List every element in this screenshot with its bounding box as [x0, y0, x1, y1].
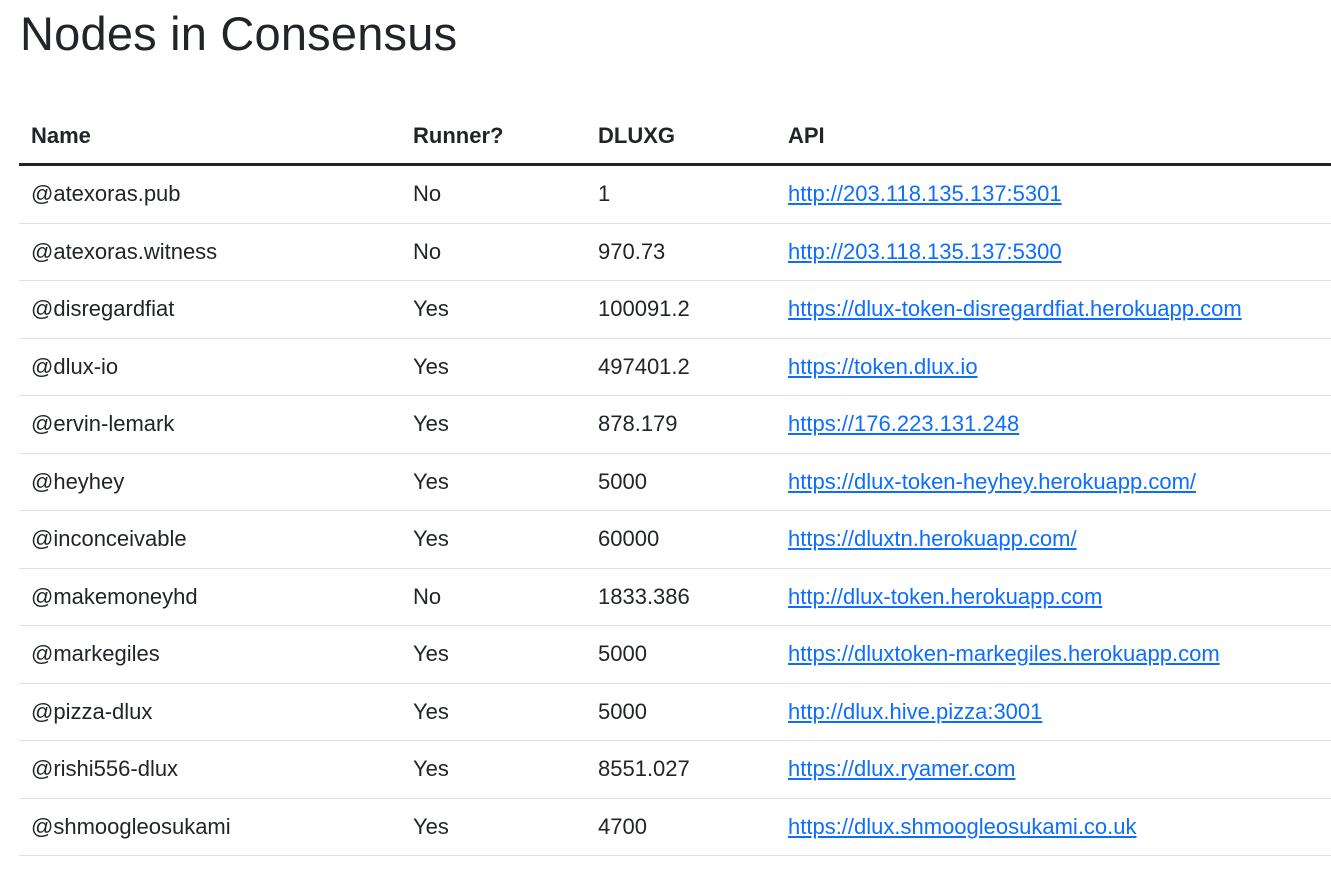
- runner-cell: Yes: [401, 625, 586, 684]
- table-row: @disregardfiat Yes 100091.2 https://dlux-to…: [19, 280, 1331, 339]
- runner-cell: Yes: [401, 683, 586, 741]
- api-cell: http://dlux-token.herokuapp.com: [776, 568, 1331, 626]
- table-body: @atexoras.pub No 1 http://203.118.135.137:5…: [19, 164, 1331, 856]
- api-cell: http://dlux.hive.pizza:3001: [776, 683, 1331, 741]
- node-name-cell: @shmoogleosukami: [19, 798, 401, 856]
- api-cell: http://203.118.135.137:5300: [776, 223, 1331, 281]
- api-link[interactable]: https://dlux.shmoogleosukami.co.uk: [788, 814, 1137, 839]
- column-header-name: Name: [19, 108, 401, 166]
- nodes-table: Name Runner? DLUXG API @atexoras.pub No 1 h…: [19, 108, 1331, 856]
- node-name-cell: @pizza-dlux: [19, 683, 401, 741]
- page: Nodes in Consensus Name Runner? DLUXG AP…: [0, 0, 1331, 885]
- node-name-cell: @ervin-lemark: [19, 395, 401, 454]
- dluxg-cell: 1: [586, 164, 776, 224]
- api-cell: https://dlux-token-disregardfiat.herokua…: [776, 280, 1331, 339]
- node-name-cell: @inconceivable: [19, 510, 401, 569]
- header-row: Name Runner? DLUXG API: [19, 108, 1331, 166]
- table-row: @atexoras.pub No 1 http://203.118.135.137:5…: [19, 164, 1331, 224]
- dluxg-cell: 8551.027: [586, 740, 776, 799]
- api-link[interactable]: https://token.dlux.io: [788, 354, 978, 379]
- node-name-cell: @rishi556-dlux: [19, 740, 401, 799]
- table-row: @rishi556-dlux Yes 8551.027 https://dlux.ry…: [19, 740, 1331, 799]
- table-row: @dlux-io Yes 497401.2 https://token.dlux.io: [19, 338, 1331, 396]
- node-name-cell: @markegiles: [19, 625, 401, 684]
- dluxg-cell: 970.73: [586, 223, 776, 281]
- api-link[interactable]: http://dlux.hive.pizza:3001: [788, 699, 1042, 724]
- dluxg-cell: 100091.2: [586, 280, 776, 339]
- column-header-api: API: [776, 108, 1331, 166]
- dluxg-cell: 1833.386: [586, 568, 776, 626]
- node-name-cell: @disregardfiat: [19, 280, 401, 339]
- runner-cell: No: [401, 223, 586, 281]
- table-row: @pizza-dlux Yes 5000 http://dlux.hive.pizza…: [19, 683, 1331, 741]
- api-cell: https://token.dlux.io: [776, 338, 1331, 396]
- dluxg-cell: 878.179: [586, 395, 776, 454]
- table-row: @markegiles Yes 5000 https://dluxtoken-mark…: [19, 625, 1331, 684]
- api-link[interactable]: https://dlux-token-heyhey.herokuapp.com/: [788, 469, 1196, 494]
- column-header-runner: Runner?: [401, 108, 586, 166]
- column-header-dluxg: DLUXG: [586, 108, 776, 166]
- node-name-cell: @makemoneyhd: [19, 568, 401, 626]
- api-link[interactable]: https://dluxtn.herokuapp.com/: [788, 526, 1077, 551]
- api-link[interactable]: https://176.223.131.248: [788, 411, 1019, 436]
- dluxg-cell: 497401.2: [586, 338, 776, 396]
- table-row: @heyhey Yes 5000 https://dlux-token-heyhey.…: [19, 453, 1331, 511]
- dluxg-cell: 4700: [586, 798, 776, 856]
- dluxg-cell: 60000: [586, 510, 776, 569]
- api-cell: https://dluxtn.herokuapp.com/: [776, 510, 1331, 569]
- table-row: @shmoogleosukami Yes 4700 https://dlux.shmo…: [19, 798, 1331, 856]
- runner-cell: Yes: [401, 280, 586, 339]
- node-name-cell: @atexoras.witness: [19, 223, 401, 281]
- api-cell: https://dluxtoken-markegiles.herokuapp.c…: [776, 625, 1331, 684]
- api-cell: https://176.223.131.248: [776, 395, 1331, 454]
- node-name-cell: @atexoras.pub: [19, 164, 401, 224]
- api-cell: https://dlux.shmoogleosukami.co.uk: [776, 798, 1331, 856]
- runner-cell: Yes: [401, 510, 586, 569]
- table-row: @inconceivable Yes 60000 https://dluxtn.her…: [19, 510, 1331, 569]
- api-cell: https://dlux.ryamer.com: [776, 740, 1331, 799]
- runner-cell: Yes: [401, 395, 586, 454]
- table-header: Name Runner? DLUXG API: [19, 108, 1331, 166]
- api-link[interactable]: http://203.118.135.137:5301: [788, 181, 1062, 206]
- dluxg-cell: 5000: [586, 683, 776, 741]
- dluxg-cell: 5000: [586, 625, 776, 684]
- api-link[interactable]: https://dlux-token-disregardfiat.herokua…: [788, 296, 1242, 321]
- api-link[interactable]: http://203.118.135.137:5300: [788, 239, 1062, 264]
- runner-cell: No: [401, 568, 586, 626]
- runner-cell: Yes: [401, 798, 586, 856]
- node-name-cell: @heyhey: [19, 453, 401, 511]
- api-cell: https://dlux-token-heyhey.herokuapp.com/: [776, 453, 1331, 511]
- page-title: Nodes in Consensus: [20, 7, 458, 60]
- table-row: @ervin-lemark Yes 878.179 https://176.223.1…: [19, 395, 1331, 454]
- table-row: @atexoras.witness No 970.73 http://203.118.…: [19, 223, 1331, 281]
- api-link[interactable]: https://dluxtoken-markegiles.herokuapp.c…: [788, 641, 1220, 666]
- runner-cell: Yes: [401, 338, 586, 396]
- api-cell: http://203.118.135.137:5301: [776, 164, 1331, 224]
- node-name-cell: @dlux-io: [19, 338, 401, 396]
- runner-cell: No: [401, 164, 586, 224]
- api-link[interactable]: https://dlux.ryamer.com: [788, 756, 1015, 781]
- dluxg-cell: 5000: [586, 453, 776, 511]
- api-link[interactable]: http://dlux-token.herokuapp.com: [788, 584, 1102, 609]
- runner-cell: Yes: [401, 453, 586, 511]
- table-row: @makemoneyhd No 1833.386 http://dlux-token.…: [19, 568, 1331, 626]
- runner-cell: Yes: [401, 740, 586, 799]
